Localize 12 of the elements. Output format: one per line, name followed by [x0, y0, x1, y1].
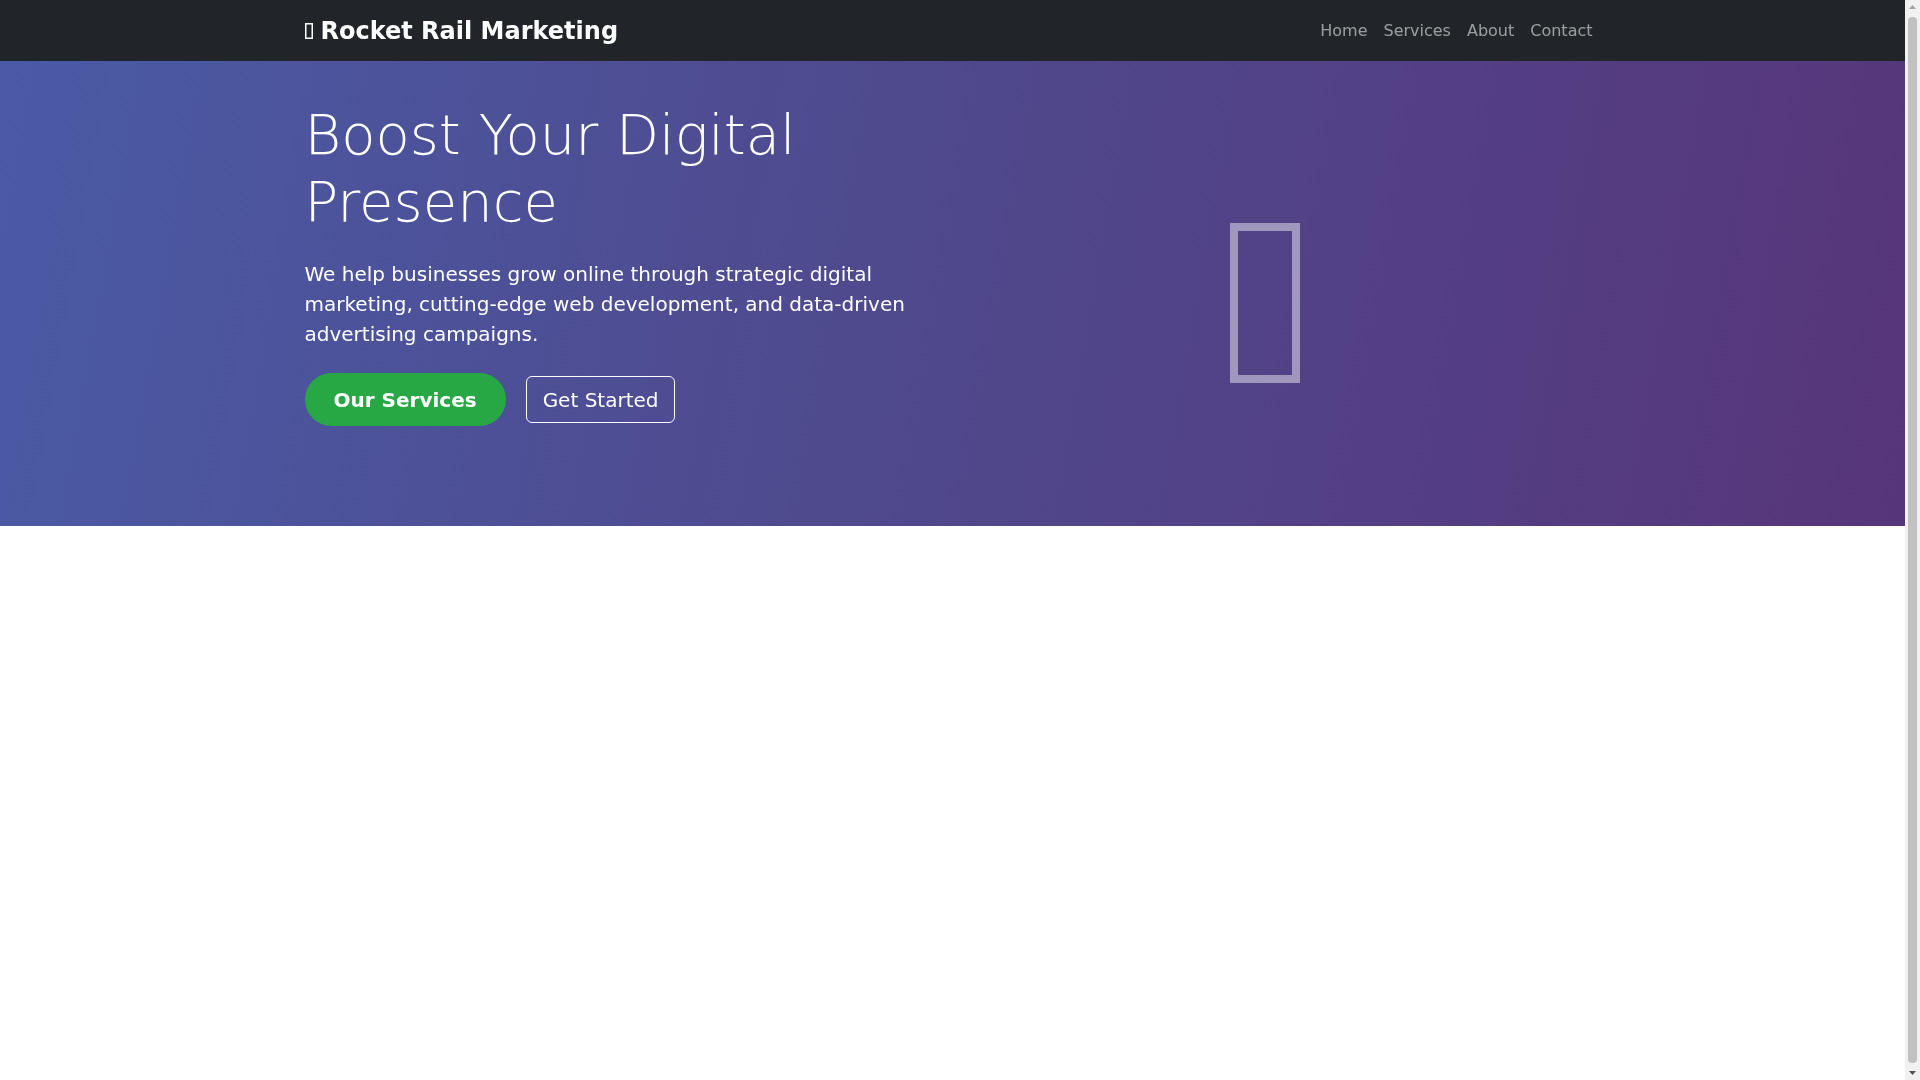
nav-link[interactable]: Home [1312, 13, 1376, 48]
rectangle-icon [1229, 223, 1300, 383]
nav-link[interactable]: Services [1375, 13, 1459, 48]
hero-title: Boost Your Digital Presence [304, 101, 797, 236]
brand-link[interactable]: Rocket Rail Marketing [304, 16, 619, 45]
rectangle-icon [304, 22, 313, 39]
hero-button[interactable]: Our Services [304, 373, 506, 427]
nav-link[interactable]: Contact [1522, 13, 1601, 48]
scrollbar[interactable] [1905, 0, 1920, 1080]
nav-link[interactable]: About [1458, 13, 1523, 48]
hero-description: We help businesses grow online through strategic digital marketing, cutting-edge web development, and data-driven advertising campaigns. [304, 261, 906, 349]
hero-button[interactable]: Get Started [525, 376, 676, 424]
